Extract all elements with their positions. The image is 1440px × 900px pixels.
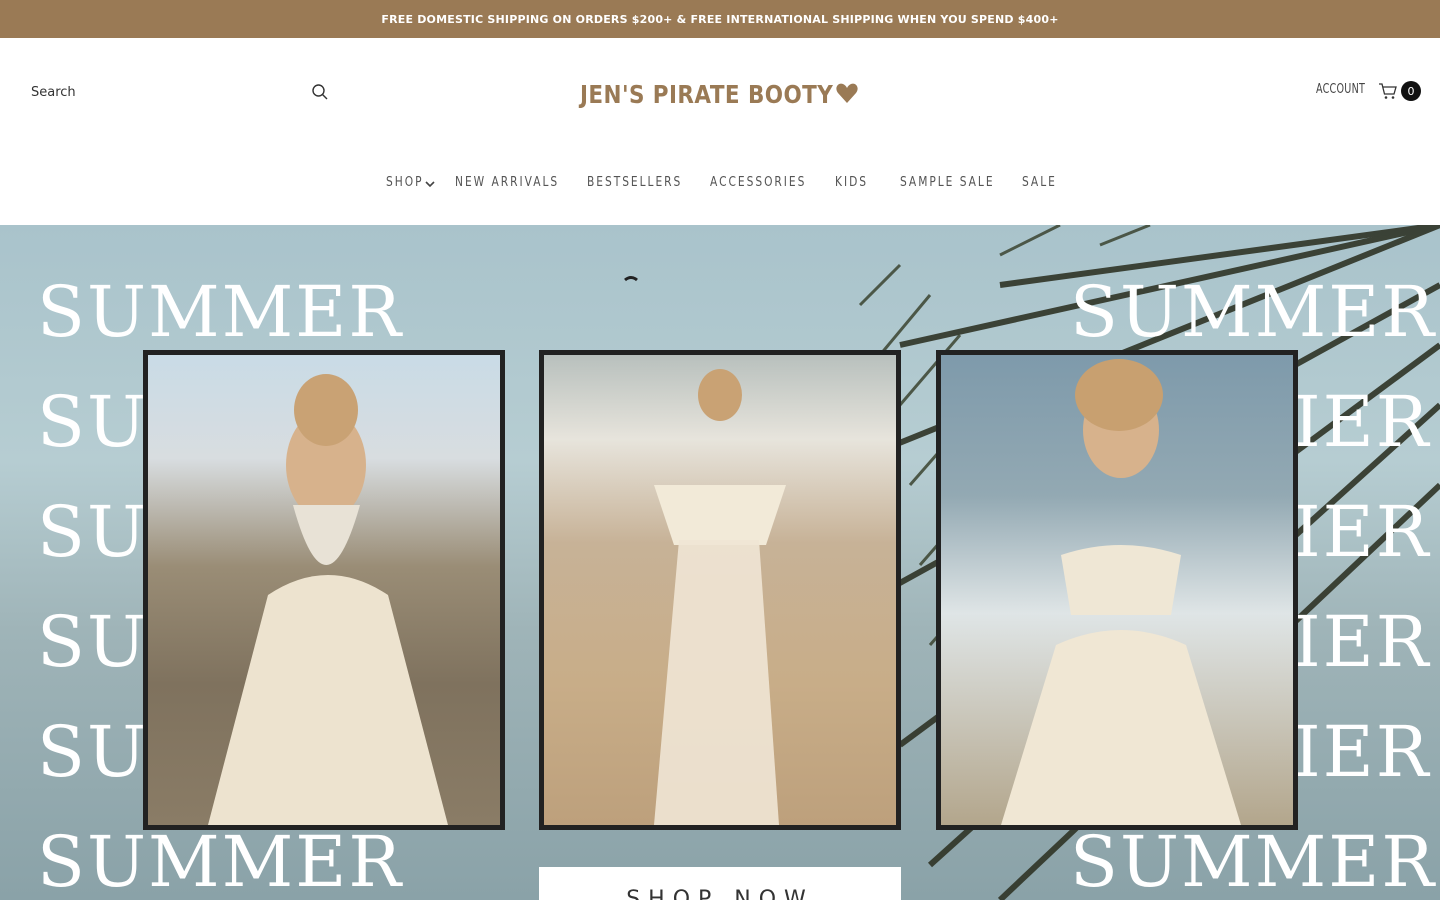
model-photo-1[interactable] <box>143 350 505 830</box>
hero-banner[interactable]: SUMMER SU SU SU SU SUMMER SUMMER IER IER… <box>0 225 1440 900</box>
summer-text: IER <box>1293 711 1431 793</box>
summer-text: IER <box>1293 491 1431 573</box>
summer-text: SU <box>37 381 148 463</box>
model-photo-2[interactable] <box>539 350 901 830</box>
nav-accessories[interactable]: ACCESSORIES <box>710 175 806 190</box>
nav-sale[interactable]: SALE <box>1022 175 1057 190</box>
summer-text: SU <box>37 601 148 683</box>
model-figure <box>208 374 448 825</box>
summer-text: SUMMER <box>37 271 404 353</box>
summer-text: SUMMER <box>1070 821 1437 900</box>
account-link[interactable]: ACCOUNT <box>1316 82 1365 97</box>
shop-now-button[interactable]: SHOP NOW <box>539 867 901 900</box>
heart-icon <box>836 83 858 103</box>
search-input[interactable] <box>31 84 291 100</box>
main-nav: SHOP NEW ARRIVALS BESTSELLERS ACCESSORIE… <box>0 175 1440 195</box>
summer-text: SUMMER <box>1070 271 1437 353</box>
summer-text: SU <box>37 491 148 573</box>
summer-text: IER <box>1293 381 1431 463</box>
model-figure <box>654 369 786 825</box>
cart-icon[interactable] <box>1378 81 1398 101</box>
model-figure <box>1001 359 1241 825</box>
nav-new-arrivals[interactable]: NEW ARRIVALS <box>455 175 559 190</box>
chevron-down-icon[interactable] <box>425 179 435 189</box>
cart-count-badge[interactable]: 0 <box>1401 81 1421 101</box>
search-bar[interactable] <box>31 80 331 104</box>
logo-text: JEN'S PIRATE BOOTY <box>580 79 834 109</box>
site-header <box>0 38 1440 225</box>
nav-kids[interactable]: KIDS <box>835 175 868 190</box>
nav-bestsellers[interactable]: BESTSELLERS <box>587 175 682 190</box>
search-icon[interactable] <box>311 83 329 101</box>
summer-text: IER <box>1293 601 1431 683</box>
nav-shop[interactable]: SHOP <box>386 175 423 190</box>
summer-text: SUMMER <box>37 821 404 900</box>
site-logo[interactable]: JEN'S PIRATE BOOTY <box>580 78 860 110</box>
summer-text: SU <box>37 711 148 793</box>
announcement-bar: FREE DOMESTIC SHIPPING ON ORDERS $200+ &… <box>0 0 1440 38</box>
announcement-text: FREE DOMESTIC SHIPPING ON ORDERS $200+ &… <box>381 12 1059 26</box>
model-photo-3[interactable] <box>936 350 1298 830</box>
nav-sample-sale[interactable]: SAMPLE SALE <box>900 175 995 190</box>
